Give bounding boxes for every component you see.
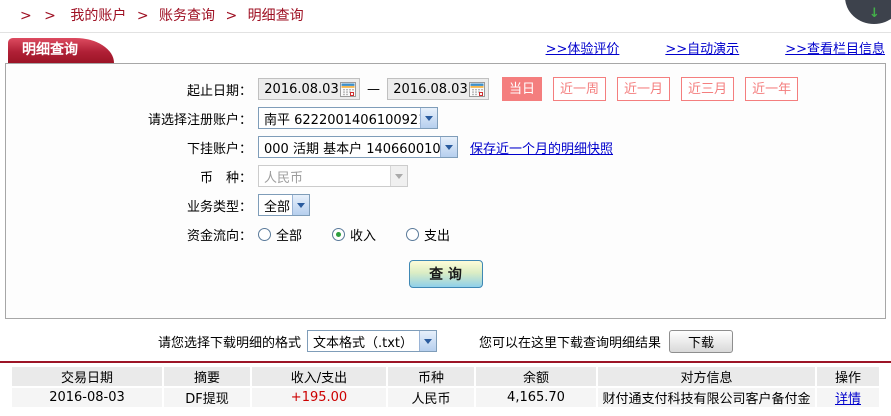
radio-checked-icon[interactable] bbox=[332, 227, 346, 241]
link-auto-demo[interactable]: >>自动演示 bbox=[665, 38, 739, 57]
cell-date: 2016-08-03 bbox=[12, 388, 162, 407]
calendar-icon[interactable] bbox=[469, 81, 485, 97]
date-dash: — bbox=[367, 81, 380, 97]
radio-option-all[interactable]: 全部 bbox=[258, 225, 302, 244]
download-format-label: 请您选择下载明细的格式 bbox=[157, 335, 301, 351]
register-account-select[interactable]: 南平 6222001406100921065 灵通卡 bbox=[258, 107, 438, 129]
breadcrumb: > > 我的账户 > 账务查询 > 明细查询 bbox=[0, 0, 891, 33]
chevron-down-icon[interactable] bbox=[292, 195, 309, 215]
calendar-icon[interactable] bbox=[340, 81, 356, 97]
biz-type-label: 业务类型： bbox=[186, 199, 252, 215]
detail-link[interactable]: 详情 bbox=[835, 392, 861, 407]
col-header-balance: 余额 bbox=[476, 367, 596, 386]
currency-label: 币 种： bbox=[199, 170, 252, 186]
quick-button-today[interactable]: 当日 bbox=[502, 77, 543, 101]
fund-flow-radio-group: 全部 收入 支出 bbox=[258, 225, 480, 244]
cell-counterparty: 财付通支付科技有限公司客户备付金 bbox=[598, 388, 815, 407]
table-top-divider bbox=[0, 361, 891, 363]
quick-button-quarter[interactable]: 近三月 bbox=[681, 77, 735, 101]
biz-type-row: 业务类型： 全部 bbox=[6, 193, 885, 217]
cell-action: 详情 bbox=[817, 388, 879, 407]
radio-icon[interactable] bbox=[406, 227, 420, 241]
link-view-column-info[interactable]: >>查看栏目信息 bbox=[785, 38, 885, 57]
cell-amount: +195.00 bbox=[252, 388, 386, 407]
cell-balance: 4,165.70 bbox=[476, 388, 596, 407]
col-header-currency: 币种 bbox=[388, 367, 474, 386]
table-header-row: 交易日期 摘要 收入/支出 币种 余额 对方信息 操作 bbox=[12, 367, 879, 386]
radio-option-income[interactable]: 收入 bbox=[332, 225, 376, 244]
breadcrumb-detail-query[interactable]: 明细查询 bbox=[248, 8, 304, 24]
breadcrumb-my-account[interactable]: 我的账户 bbox=[70, 8, 126, 24]
register-account-label: 请选择注册账户： bbox=[147, 112, 252, 128]
table-row: 2016-08-03 DF提现 +195.00 人民币 4,165.70 财付通… bbox=[12, 388, 879, 407]
quick-button-year[interactable]: 近一年 bbox=[745, 77, 799, 101]
cell-currency: 人民币 bbox=[388, 388, 474, 407]
currency-select: 人民币 bbox=[258, 165, 408, 187]
register-account-row: 请选择注册账户： 南平 6222001406100921065 灵通卡 bbox=[6, 106, 885, 130]
tab-row: 明细查询 >>体验评价 >>自动演示 >>查看栏目信息 bbox=[0, 33, 891, 63]
query-button[interactable]: 查 询 bbox=[408, 260, 483, 288]
save-monthly-snapshot-link[interactable]: 保存近一个月的明细快照 bbox=[470, 138, 613, 157]
col-header-summary: 摘要 bbox=[164, 367, 250, 386]
breadcrumb-separator: > bbox=[136, 8, 149, 24]
currency-row: 币 种： 人民币 bbox=[6, 164, 885, 188]
tab-detail-query[interactable]: 明细查询 bbox=[8, 38, 114, 63]
download-row: 请您选择下载明细的格式 文本格式（.txt） 您可以在这里下载查询明细结果 下载 bbox=[0, 328, 891, 354]
query-form-panel: 起止日期： 2016.08.03 — 2016.08.03 当日 近一周 近一月… bbox=[5, 63, 886, 319]
radio-option-expense[interactable]: 支出 bbox=[406, 225, 450, 244]
fund-flow-row: 资金流向： 全部 收入 支出 bbox=[6, 222, 885, 246]
link-experience-rating[interactable]: >>体验评价 bbox=[546, 38, 620, 57]
transaction-table: 交易日期 摘要 收入/支出 币种 余额 对方信息 操作 2016-08-03 D… bbox=[10, 365, 881, 409]
top-links: >>体验评价 >>自动演示 >>查看栏目信息 bbox=[546, 38, 885, 57]
end-date-input[interactable]: 2016.08.03 bbox=[387, 78, 489, 100]
date-range-label: 起止日期： bbox=[186, 83, 252, 99]
sub-account-label: 下挂账户： bbox=[186, 141, 252, 157]
chevron-down-icon[interactable] bbox=[420, 108, 437, 128]
chevron-down-icon bbox=[390, 166, 407, 186]
radio-icon[interactable] bbox=[258, 227, 271, 241]
end-date-value: 2016.08.03 bbox=[393, 81, 468, 97]
sub-account-select[interactable]: 000 活期 基本户 1406600101102571848 bbox=[258, 136, 458, 158]
quick-button-week[interactable]: 近一周 bbox=[553, 77, 607, 101]
download-arrow-icon: ↓ bbox=[869, 6, 880, 21]
quick-button-month[interactable]: 近一月 bbox=[617, 77, 671, 101]
date-range-row: 起止日期： 2016.08.03 — 2016.08.03 当日 近一周 近一月… bbox=[6, 77, 885, 101]
download-result-label: 您可以在这里下载查询明细结果 bbox=[479, 335, 662, 351]
fund-flow-label: 资金流向： bbox=[186, 228, 252, 244]
download-format-select[interactable]: 文本格式（.txt） bbox=[307, 330, 437, 352]
col-header-counterparty: 对方信息 bbox=[598, 367, 815, 386]
chevron-down-icon[interactable] bbox=[419, 331, 436, 351]
col-header-action: 操作 bbox=[817, 367, 879, 386]
cell-summary: DF提现 bbox=[164, 388, 250, 407]
col-header-date: 交易日期 bbox=[12, 367, 162, 386]
start-date-input[interactable]: 2016.08.03 bbox=[258, 78, 360, 100]
start-date-value: 2016.08.03 bbox=[264, 81, 339, 97]
chevron-down-icon[interactable] bbox=[440, 137, 457, 157]
download-button[interactable]: 下载 bbox=[669, 329, 734, 353]
tab-label: 明细查询 bbox=[22, 42, 78, 58]
col-header-amount: 收入/支出 bbox=[252, 367, 386, 386]
breadcrumb-account-query[interactable]: 账务查询 bbox=[159, 8, 215, 24]
sub-account-row: 下挂账户： 000 活期 基本户 1406600101102571848 保存近… bbox=[6, 135, 885, 159]
breadcrumb-prefix: > > bbox=[20, 8, 60, 24]
biz-type-select[interactable]: 全部 bbox=[258, 194, 310, 216]
breadcrumb-separator: > bbox=[225, 8, 238, 24]
